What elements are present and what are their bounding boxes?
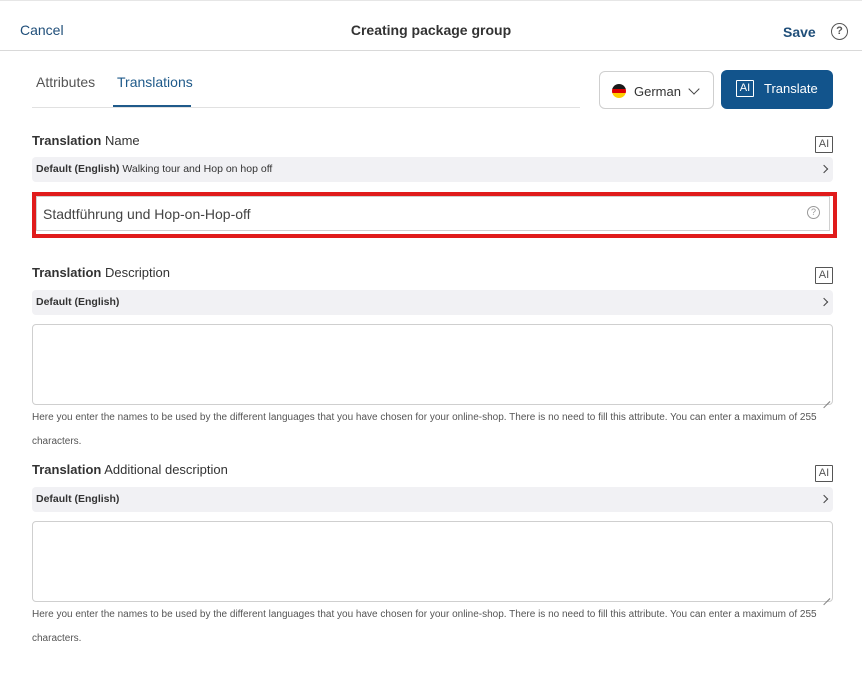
ai-translate-description-icon[interactable]: AI — [815, 267, 833, 284]
default-label: Default (English) — [36, 163, 120, 175]
default-value-text: Default (English) — [36, 296, 119, 308]
additional-description-textarea[interactable] — [32, 521, 833, 602]
chevron-right-icon — [819, 297, 829, 307]
chevron-right-icon — [819, 494, 829, 504]
label-bold: Translation — [32, 462, 102, 477]
tab-bar: Attributes Translations — [32, 60, 580, 108]
chevron-down-icon — [688, 83, 700, 95]
top-bar: Cancel Creating package group Save ? — [0, 0, 862, 51]
default-value-text: Default (English) Walking tour and Hop o… — [36, 163, 272, 175]
description-hint: Here you enter the names to be used by t… — [32, 412, 817, 447]
name-default-row[interactable]: Default (English) Walking tour and Hop o… — [32, 157, 833, 182]
default-value-text: Default (English) — [36, 493, 119, 505]
name-translation-input[interactable] — [36, 196, 830, 231]
ai-translate-name-icon[interactable]: AI — [815, 136, 833, 153]
label-bold: Translation — [32, 265, 102, 280]
default-value: Walking tour and Hop on hop off — [119, 163, 273, 175]
chevron-right-icon — [819, 164, 829, 174]
translate-button-label: Translate — [764, 81, 818, 96]
language-select[interactable]: German — [599, 71, 714, 109]
additional-default-row[interactable]: Default (English) — [32, 487, 833, 512]
translate-button[interactable]: AI Translate — [721, 70, 833, 109]
resize-handle-icon[interactable] — [822, 394, 830, 402]
ai-icon: AI — [736, 80, 754, 97]
additional-description-hint: Here you enter the names to be used by t… — [32, 609, 817, 644]
description-default-row[interactable]: Default (English) — [32, 290, 833, 315]
active-tab-indicator — [113, 105, 191, 107]
name-section-label: Translation Name — [32, 133, 140, 148]
save-button[interactable]: Save — [783, 24, 816, 40]
tab-translations[interactable]: Translations — [117, 74, 193, 90]
ai-translate-additional-icon[interactable]: AI — [815, 465, 833, 482]
input-help-icon[interactable]: ? — [807, 206, 820, 219]
help-icon[interactable]: ? — [831, 23, 848, 40]
description-textarea[interactable] — [32, 324, 833, 405]
label-rest: Additional description — [101, 462, 228, 477]
germany-flag-icon — [612, 84, 626, 98]
default-label: Default (English) — [36, 493, 120, 505]
language-select-value: German — [634, 84, 681, 99]
resize-handle-icon[interactable] — [822, 591, 830, 599]
label-bold: Translation — [32, 133, 102, 148]
additional-description-section-label: Translation Additional description — [32, 462, 228, 477]
label-rest: Description — [101, 265, 170, 280]
default-label: Default (English) — [36, 296, 120, 308]
tab-attributes[interactable]: Attributes — [36, 74, 95, 90]
description-section-label: Translation Description — [32, 265, 170, 280]
page-title: Creating package group — [350, 22, 512, 38]
label-rest: Name — [101, 133, 140, 148]
